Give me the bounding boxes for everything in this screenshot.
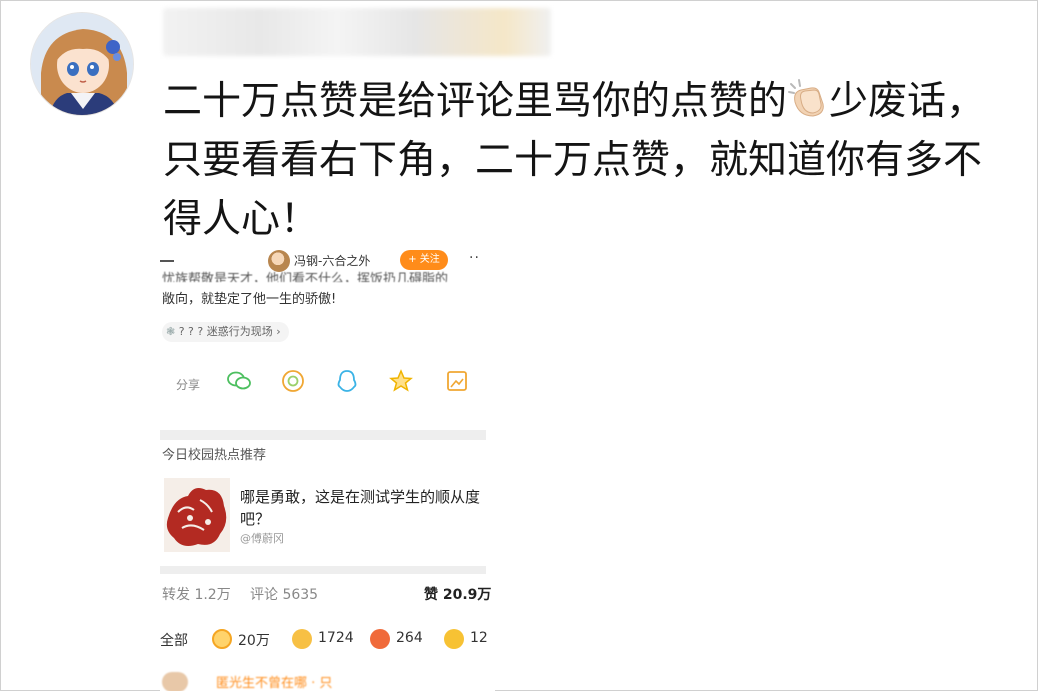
- avatar[interactable]: [30, 12, 134, 116]
- like-count: 赞 20.9万: [424, 587, 492, 603]
- commenter-avatar: [162, 672, 188, 691]
- follow-button: + 关注: [400, 250, 448, 270]
- section-divider: [160, 430, 486, 440]
- reactions-all-label: 全部: [160, 633, 188, 649]
- back-arrow-icon: [160, 260, 174, 262]
- next-comment-preview: 匿光生不曾在哪 · 只: [160, 670, 495, 691]
- qq-icon: [337, 370, 357, 392]
- topic-icon: ❃: [166, 325, 176, 338]
- embedded-screenshot[interactable]: 冯钢-六合之外 + 关注 ·· 忧族帮敬是天才，他们看不什么，挥饭扔几碍脂的 敞…: [160, 240, 495, 691]
- image-save-icon: [447, 371, 467, 391]
- embedded-post-text: 忧族帮敬是天才，他们看不什么，挥饭扔几碍脂的 敞向，就垫定了他一生的骄傲!: [162, 272, 449, 307]
- card-source: @傅蔚冈: [240, 532, 284, 545]
- hot-section-title: 今日校园热点推荐: [162, 448, 267, 463]
- card-title: 哪是勇敢，这是在测试学生的顺从度吧？: [240, 488, 481, 528]
- author-name-blurred[interactable]: [163, 8, 551, 56]
- more-icon: ··: [469, 250, 480, 266]
- reaction-row: 全部 20万 1724 264 12: [160, 629, 488, 649]
- embedded-author-name: 冯钢-六合之外: [294, 254, 371, 268]
- next-comment-text: 匿光生不曾在哪 · 只: [216, 676, 333, 691]
- post-line-2: 只要看看右下角，二十万点赞，就知道你有多不: [163, 138, 983, 183]
- post-body: 二十万点赞是给评论里骂你的点赞的 少废话， 只要看看右下角，二十万点赞，就知道你…: [163, 72, 1033, 249]
- section-divider-2: [160, 566, 486, 574]
- clapping-hands-icon: [787, 76, 829, 117]
- repost-count: 转发 1.2万: [162, 587, 231, 603]
- topic-tag: ❃ ? ? ? 迷惑行为现场 ›: [162, 322, 289, 342]
- comment-count: 评论 5635: [250, 587, 319, 603]
- card-thumbnail: [164, 478, 230, 552]
- wechat-icon: [227, 371, 251, 390]
- favorite-star-icon: [389, 369, 413, 392]
- share-row: 分享: [160, 368, 495, 398]
- moments-icon: [282, 370, 304, 392]
- post-line-1: 二十万点赞是给评论里骂你的点赞的 少废话，: [163, 72, 1033, 131]
- share-label: 分享: [176, 378, 201, 392]
